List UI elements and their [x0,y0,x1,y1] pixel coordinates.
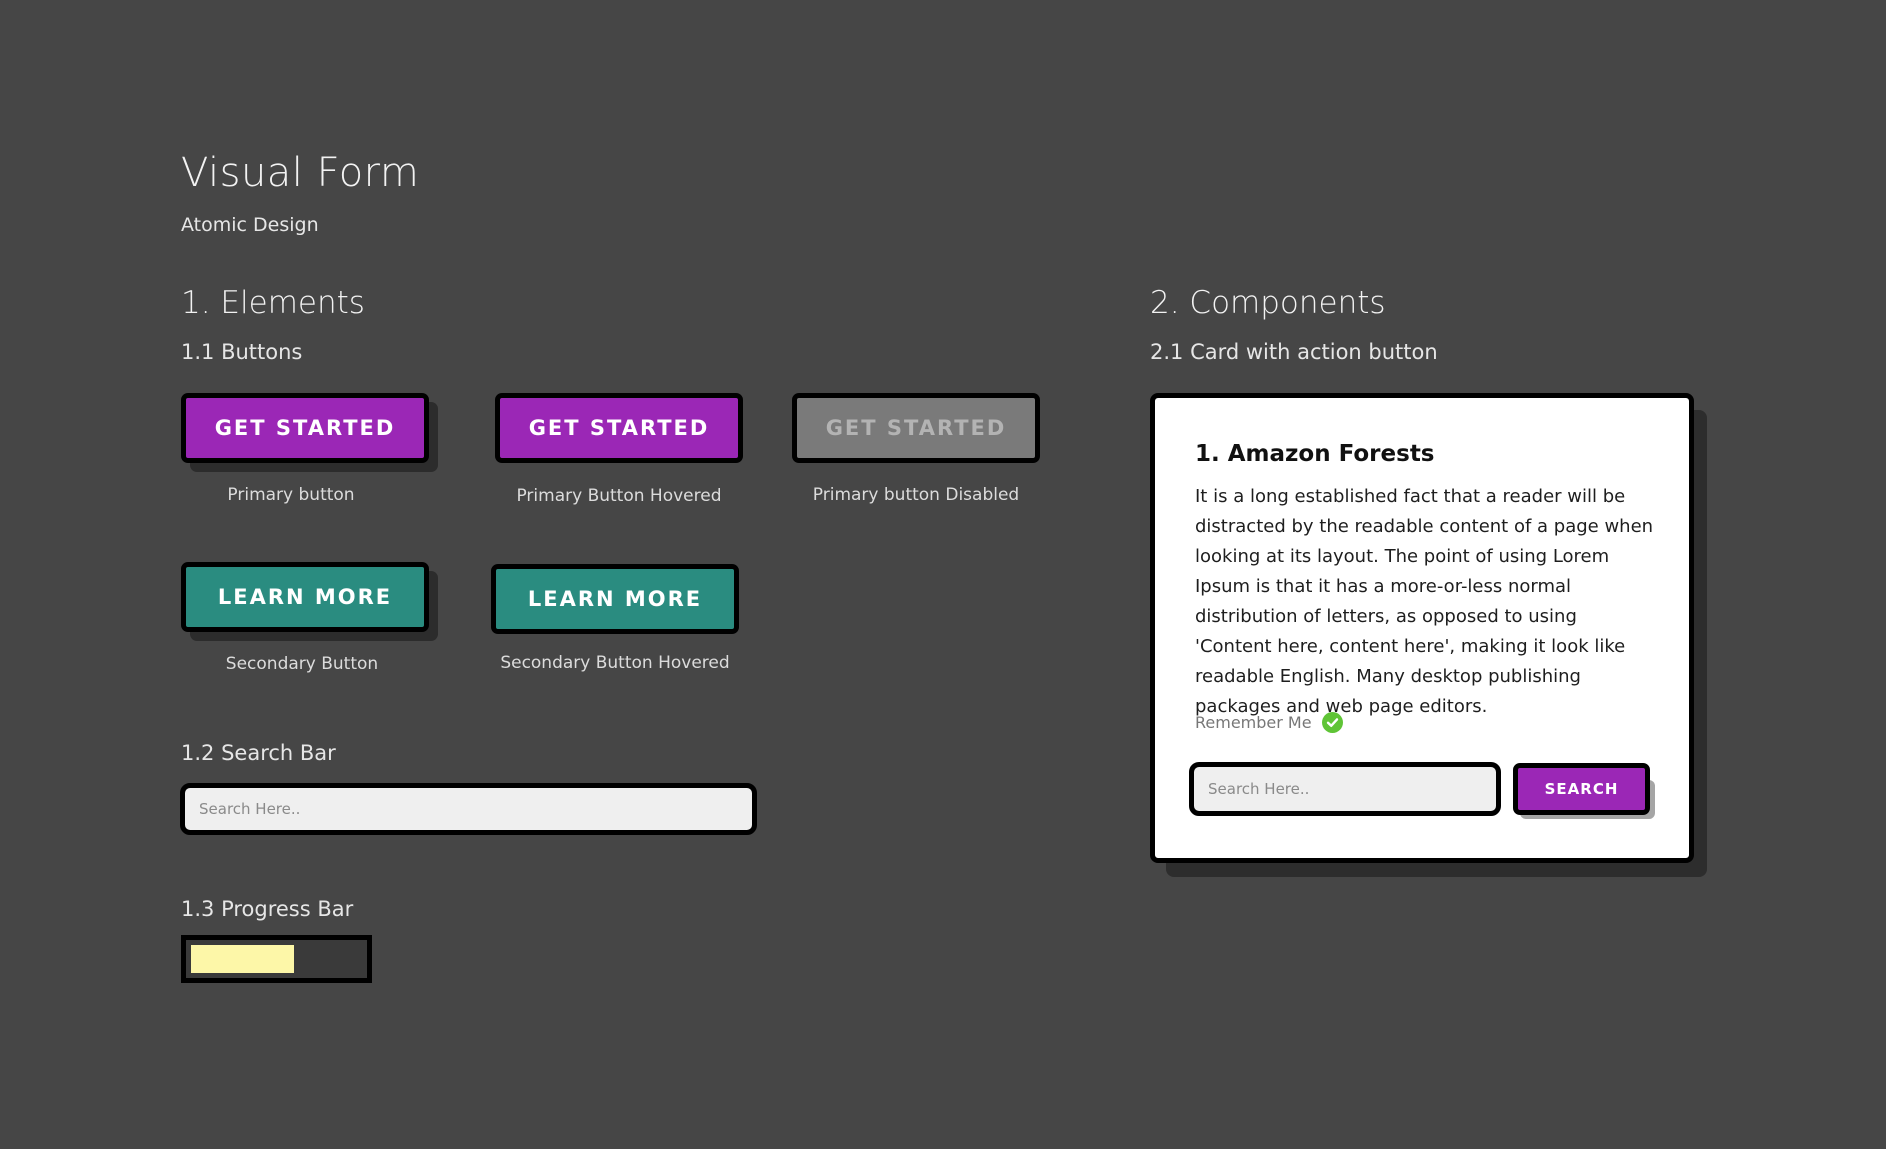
get-started-disabled-button: GET STARTED [792,393,1040,463]
page: Visual Form Atomic Design 1. Elements 1.… [0,0,1886,1149]
buttons-section-title: 1.1 Buttons [181,340,303,364]
components-section-title: 2. Components [1150,285,1386,321]
page-subtitle: Atomic Design [181,214,319,236]
search-bar-section-title: 1.2 Search Bar [181,741,336,765]
search-input[interactable] [180,783,757,835]
primary-button-caption: Primary button [227,485,355,505]
learn-more-hovered-button[interactable]: LEARN MORE [491,564,739,634]
secondary-hovered-caption: Secondary Button Hovered [500,653,730,673]
get-started-button[interactable]: GET STARTED [181,393,429,463]
card-section-title: 2.1 Card with action button [1150,340,1438,364]
primary-hovered-caption: Primary Button Hovered [516,486,722,506]
progress-bar-fill [191,945,294,973]
primary-disabled-caption: Primary button Disabled [812,485,1020,505]
card-body: It is a long established fact that a rea… [1195,486,1654,717]
remember-me[interactable]: Remember Me [1195,712,1343,733]
learn-more-button[interactable]: LEARN MORE [181,562,429,632]
progress-bar-section-title: 1.3 Progress Bar [181,897,354,921]
card-title: 1. Amazon Forests [1195,441,1435,467]
secondary-button-caption: Secondary Button [225,654,379,674]
page-title: Visual Form [181,150,420,196]
get-started-hovered-button[interactable]: GET STARTED [495,393,743,463]
card-search-button[interactable]: SEARCH [1513,763,1650,815]
remember-me-label: Remember Me [1195,713,1312,732]
check-circle-icon[interactable] [1321,712,1343,733]
progress-bar [181,935,372,983]
elements-section-title: 1. Elements [181,285,365,321]
card-search-input[interactable] [1189,762,1501,816]
